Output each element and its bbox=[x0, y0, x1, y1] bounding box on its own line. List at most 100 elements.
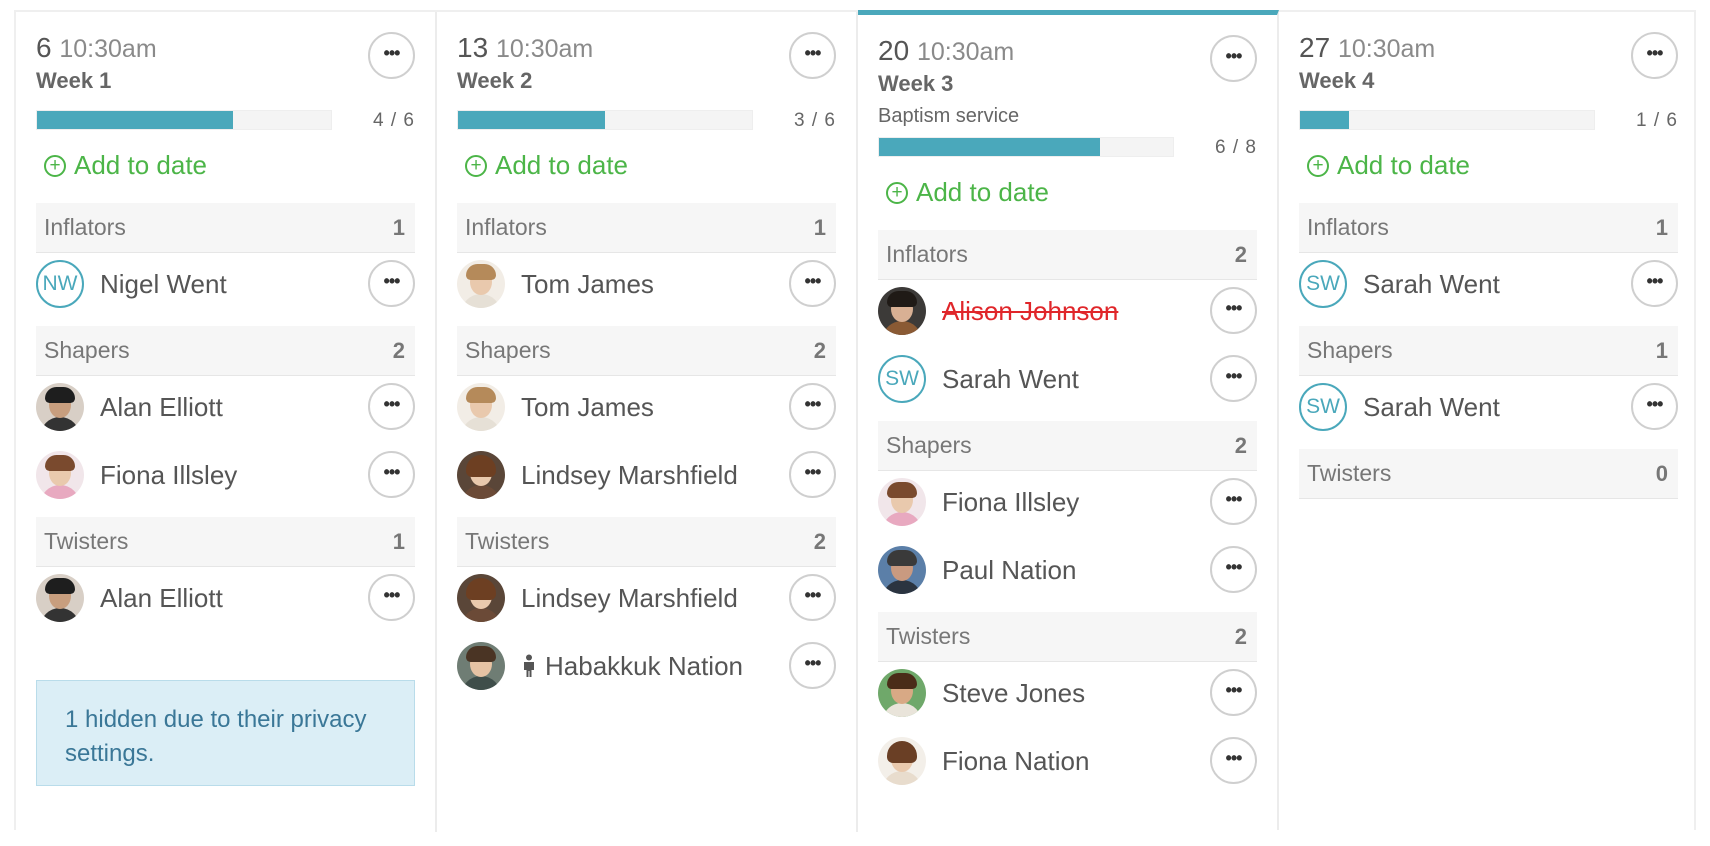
person-options-button[interactable]: ••• bbox=[1631, 383, 1678, 430]
avatar[interactable] bbox=[457, 260, 505, 308]
person-name[interactable]: Paul Nation bbox=[942, 555, 1076, 586]
role-header-twisters: Twisters 1 bbox=[36, 517, 415, 567]
person-name[interactable]: Steve Jones bbox=[942, 678, 1085, 709]
role-name: Inflators bbox=[44, 214, 126, 240]
add-to-date-link[interactable]: + Add to date bbox=[44, 150, 207, 181]
avatar[interactable]: NW bbox=[36, 260, 84, 308]
person-name[interactable]: Sarah Went bbox=[1363, 392, 1500, 423]
avatar[interactable] bbox=[878, 546, 926, 594]
add-to-date-link[interactable]: + Add to date bbox=[1307, 150, 1470, 181]
person-name[interactable]: Sarah Went bbox=[942, 364, 1079, 395]
role-name: Twisters bbox=[1307, 460, 1392, 486]
date-options-button[interactable]: ••• bbox=[368, 32, 415, 79]
person-options-button[interactable]: ••• bbox=[1210, 669, 1257, 716]
progress-bar bbox=[457, 110, 753, 130]
person-name[interactable]: Sarah Went bbox=[1363, 269, 1500, 300]
child-icon bbox=[524, 654, 534, 677]
person-name[interactable]: Alan Elliott bbox=[100, 392, 223, 423]
person-name[interactable]: Habakkuk Nation bbox=[545, 651, 743, 682]
person-name[interactable]: Lindsey Marshfield bbox=[521, 583, 738, 614]
avatar[interactable] bbox=[878, 669, 926, 717]
week-label: Week 2 bbox=[457, 68, 533, 93]
person-options-button[interactable]: ••• bbox=[368, 451, 415, 498]
person-name[interactable]: Tom James bbox=[521, 269, 654, 300]
person-options-button[interactable]: ••• bbox=[1210, 478, 1257, 525]
person-options-button[interactable]: ••• bbox=[368, 260, 415, 307]
person-row: Paul Nation ••• bbox=[878, 542, 1257, 598]
avatar[interactable] bbox=[457, 574, 505, 622]
progress-bar bbox=[878, 137, 1174, 157]
ellipsis-icon: ••• bbox=[383, 584, 401, 605]
person-options-button[interactable]: ••• bbox=[368, 574, 415, 621]
date-column-week-4: 27 10:30am Week 4 ••• 1 / 6 + Add to date… bbox=[1279, 12, 1698, 832]
ellipsis-icon: ••• bbox=[1225, 297, 1243, 318]
date-subtitle: Baptism service bbox=[878, 105, 1020, 127]
date-options-button[interactable]: ••• bbox=[1631, 32, 1678, 79]
avatar[interactable] bbox=[36, 383, 84, 431]
person-options-button[interactable]: ••• bbox=[1210, 546, 1257, 593]
progress-bar bbox=[36, 110, 332, 130]
person-options-button[interactable]: ••• bbox=[1210, 287, 1257, 334]
person-name[interactable]: Fiona Illsley bbox=[100, 460, 237, 491]
date-time: 10:30am bbox=[59, 35, 157, 63]
avatar[interactable] bbox=[457, 642, 505, 690]
add-to-date-link[interactable]: + Add to date bbox=[465, 150, 628, 181]
role-header-shapers: Shapers 2 bbox=[457, 326, 836, 376]
person-options-button[interactable]: ••• bbox=[1631, 260, 1678, 307]
avatar[interactable] bbox=[36, 574, 84, 622]
person-row: Tom James ••• bbox=[457, 379, 836, 435]
avatar[interactable] bbox=[36, 451, 84, 499]
avatar[interactable] bbox=[457, 383, 505, 431]
role-count: 2 bbox=[813, 528, 826, 554]
plus-circle-icon: + bbox=[44, 154, 66, 177]
avatar[interactable] bbox=[878, 737, 926, 785]
ellipsis-icon: ••• bbox=[1646, 42, 1664, 63]
person-options-button[interactable]: ••• bbox=[789, 383, 836, 430]
person-row: Tom James ••• bbox=[457, 256, 836, 312]
role-count: 2 bbox=[1234, 623, 1247, 649]
date-time: 10:30am bbox=[495, 35, 594, 63]
date-heading: 13 10:30am bbox=[457, 32, 593, 64]
person-row: Habakkuk Nation ••• bbox=[457, 638, 836, 694]
role-header-twisters: Twisters 2 bbox=[878, 612, 1257, 662]
avatar[interactable] bbox=[878, 287, 926, 335]
avatar[interactable] bbox=[878, 478, 926, 526]
role-count: 2 bbox=[1234, 241, 1247, 267]
person-name-declined[interactable]: Alison Johnson bbox=[942, 296, 1118, 327]
role-header-twisters: Twisters 2 bbox=[457, 517, 836, 567]
date-time: 10:30am bbox=[916, 38, 1015, 66]
date-day: 20 bbox=[878, 35, 910, 66]
add-to-date-link[interactable]: + Add to date bbox=[886, 177, 1049, 208]
person-options-button[interactable]: ••• bbox=[789, 642, 836, 689]
person-row: SW Sarah Went ••• bbox=[1299, 379, 1678, 435]
person-name[interactable]: Tom James bbox=[521, 392, 654, 423]
role-count: 1 bbox=[1655, 214, 1668, 240]
person-options-button[interactable]: ••• bbox=[789, 451, 836, 498]
person-options-button[interactable]: ••• bbox=[1210, 737, 1257, 784]
role-name: Inflators bbox=[1307, 214, 1389, 240]
date-options-button[interactable]: ••• bbox=[1210, 35, 1257, 82]
person-options-button[interactable]: ••• bbox=[1210, 355, 1257, 402]
avatar[interactable]: SW bbox=[878, 355, 926, 403]
person-name[interactable]: Alan Elliott bbox=[100, 583, 223, 614]
person-name[interactable]: Fiona Illsley bbox=[942, 487, 1079, 518]
person-row: Fiona Illsley ••• bbox=[36, 447, 415, 503]
date-day: 13 bbox=[457, 32, 489, 63]
person-name[interactable]: Fiona Nation bbox=[942, 746, 1089, 777]
role-header-shapers: Shapers 1 bbox=[1299, 326, 1678, 376]
plus-circle-icon: + bbox=[886, 181, 908, 204]
person-options-button[interactable]: ••• bbox=[789, 574, 836, 621]
rota-board: 6 10:30am Week 1 ••• 4 / 6 + Add to date … bbox=[14, 10, 1698, 832]
avatar[interactable]: SW bbox=[1299, 383, 1347, 431]
person-options-button[interactable]: ••• bbox=[789, 260, 836, 307]
add-to-date-label: Add to date bbox=[495, 150, 628, 180]
person-row: Lindsey Marshfield ••• bbox=[457, 570, 836, 626]
person-row: Alison Johnson ••• bbox=[878, 283, 1257, 339]
ellipsis-icon: ••• bbox=[804, 652, 822, 673]
avatar[interactable] bbox=[457, 451, 505, 499]
person-name[interactable]: Lindsey Marshfield bbox=[521, 460, 738, 491]
person-name[interactable]: Nigel Went bbox=[100, 269, 227, 300]
person-options-button[interactable]: ••• bbox=[368, 383, 415, 430]
date-options-button[interactable]: ••• bbox=[789, 32, 836, 79]
avatar[interactable]: SW bbox=[1299, 260, 1347, 308]
